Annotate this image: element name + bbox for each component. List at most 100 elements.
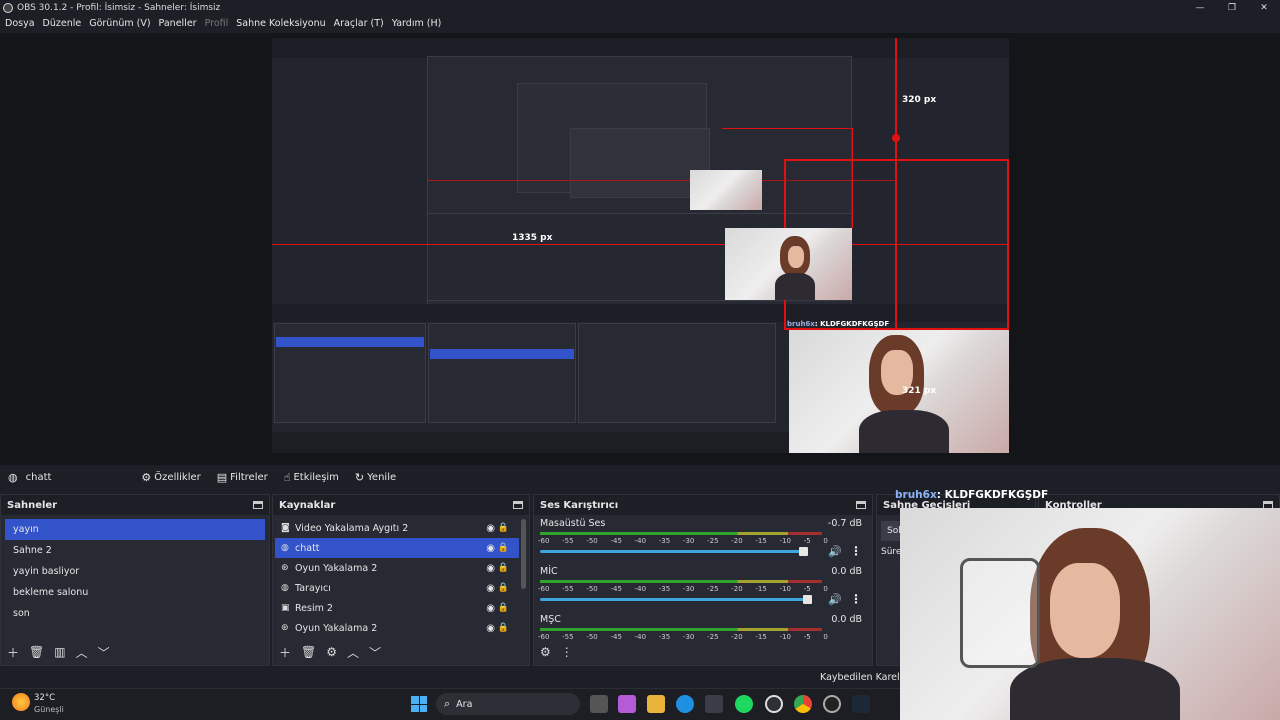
meter-tick-label: -60 [538,585,550,593]
scene-item[interactable]: Sahne 2 [5,540,265,561]
edge-icon[interactable] [676,695,694,713]
nested-scene-selected [276,337,424,347]
eye-icon[interactable]: ◉ [486,583,495,594]
move-down-button[interactable]: ﹀ [369,644,381,661]
filters-button[interactable]: ▤ Filtreler [217,471,268,484]
menu-help[interactable]: Yardım (H) [392,18,442,29]
scene-item[interactable]: bekleme salonu [5,582,265,603]
undock-icon[interactable] [513,501,523,509]
volume-slider[interactable] [540,547,808,556]
eye-icon[interactable]: ◉ [486,563,495,574]
lock-icon[interactable]: 🔒 [498,543,509,553]
windows-start-icon[interactable] [411,696,427,712]
chair-back [960,558,1040,668]
move-down-button[interactable]: ﹀ [98,644,110,661]
menu-tools[interactable]: Araçlar (T) [334,18,384,29]
store-icon[interactable] [705,695,723,713]
obs-taskbar-icon[interactable] [765,695,783,713]
copilot-icon[interactable] [618,695,636,713]
camera-icon: ◙ [281,523,290,533]
properties-button[interactable]: ⚙ Özellikler [141,471,200,484]
speaker-icon[interactable]: 🔊 [828,593,842,606]
menu-edit[interactable]: Düzenle [43,18,82,29]
trash-icon[interactable]: 🗑 [29,645,44,659]
source-item[interactable]: ⊛ Oyun Yakalama 2 ◉ 🔒 [275,558,519,578]
slider-knob[interactable] [799,547,808,556]
task-view-icon[interactable] [590,695,608,713]
sources-dock: Kaynaklar ◙ Video Yakalama Aygıtı 2 ◉ 🔒 ◍ ch… [272,494,530,666]
window-titlebar: OBS 30.1.2 - Profil: İsimsiz - Sahneler:… [0,0,1280,15]
sun-icon [12,693,30,711]
chrome-icon[interactable] [794,695,812,713]
meter-tick-label: -25 [707,537,719,545]
eye-icon[interactable]: ◉ [486,543,495,554]
lock-icon[interactable]: 🔒 [498,603,509,613]
maximize-button[interactable]: ❐ [1216,0,1248,15]
lock-icon[interactable]: 🔒 [498,623,509,633]
meter-tick-label: -35 [658,585,671,593]
move-up-button[interactable]: ︿ [347,644,359,661]
scene-filters-button[interactable]: ▥ [54,645,65,659]
eye-icon[interactable]: ◉ [486,523,495,534]
nested-mixer [578,323,776,423]
preview-canvas[interactable]: 320 px 1335 px 321 px bruh6x: KLDFGKDFKG… [272,38,1009,453]
scene-item[interactable]: yayın [5,519,265,540]
minimize-button[interactable]: — [1184,0,1216,15]
lock-icon[interactable]: 🔒 [498,583,509,593]
lock-icon[interactable]: 🔒 [498,523,509,533]
menu-view[interactable]: Görünüm (V) [89,18,150,29]
source-item[interactable]: ◍ Tarayıcı ◉ 🔒 [275,578,519,598]
nested-webcam-small [690,170,762,210]
meter-tick-label: -30 [682,537,695,545]
undock-icon[interactable] [856,501,866,509]
trash-icon[interactable]: 🗑 [301,645,316,659]
search-icon: ⌕ [444,697,451,710]
menu-scene-collection[interactable]: Sahne Koleksiyonu [236,18,325,29]
meter-tick-label: -40 [634,585,647,593]
undock-icon[interactable] [253,501,263,509]
taskbar-search[interactable]: ⌕ Ara [436,693,580,715]
menu-docks[interactable]: Paneller [159,18,197,29]
slider-knob[interactable] [803,595,812,604]
menu-file[interactable]: Dosya [5,18,35,29]
kebab-menu-icon[interactable]: ⋮ [561,645,573,659]
eye-icon[interactable]: ◉ [486,623,495,634]
refresh-button[interactable]: ↻ Yenile [355,471,396,484]
meter-tick-label: -20 [731,585,743,593]
close-button[interactable]: ✕ [1248,0,1280,15]
menu-profile[interactable]: Profil [205,18,229,29]
mixer-settings-gear-icon[interactable]: ⚙ [540,645,551,659]
sources-scrollbar[interactable] [521,519,526,589]
nested-screen-3 [570,128,710,198]
kebab-menu-icon[interactable]: ⋮ [850,544,862,558]
source-item[interactable]: ◍ chatt ◉ 🔒 [275,538,519,558]
lock-icon[interactable]: 🔒 [498,563,509,573]
meter-tick-label: 0 [823,537,828,545]
add-scene-button[interactable]: ＋ [7,644,19,661]
volume-slider[interactable] [540,595,812,604]
source-item[interactable]: ▣ Resim 2 ◉ 🔒 [275,598,519,618]
file-explorer-icon[interactable] [647,695,665,713]
spotify-icon[interactable] [735,695,753,713]
source-item[interactable]: ◙ Video Yakalama Aygıtı 2 ◉ 🔒 [275,518,519,538]
move-up-button[interactable]: ︿ [76,644,88,661]
scene-item[interactable]: son [5,603,265,624]
meter-tick-label: -15 [755,537,767,545]
meter-ticks: -60 -55 -50 -45 -40 -35 -30 -25 -20 -15 -10 -5 0 [538,537,828,545]
filter-icon: ▤ [216,470,228,484]
source-item[interactable]: ⊛ Oyun Yakalama 2 ◉ 🔒 [275,618,519,638]
chat-username: bruh6x [895,489,937,501]
add-source-button[interactable]: ＋ [279,644,291,661]
webcam-overlay [900,508,1280,720]
app-icon[interactable] [823,695,841,713]
scene-item[interactable]: yayin basliyor [5,561,265,582]
meter-tick-label: -10 [779,537,791,545]
steam-icon[interactable] [852,695,870,713]
eye-icon[interactable]: ◉ [486,603,495,614]
scenes-dock: Sahneler yayın Sahne 2 yayin basliyor be… [0,494,270,666]
gear-icon[interactable]: ⚙ [326,645,337,659]
speaker-icon[interactable]: 🔊 [828,545,842,558]
interact-button[interactable]: ☝ Etkileşim [284,471,339,484]
kebab-menu-icon[interactable]: ⋮ [850,592,862,606]
chat-overlay: bruh6x: KLDFGKDFKGŞDF [895,489,1048,501]
